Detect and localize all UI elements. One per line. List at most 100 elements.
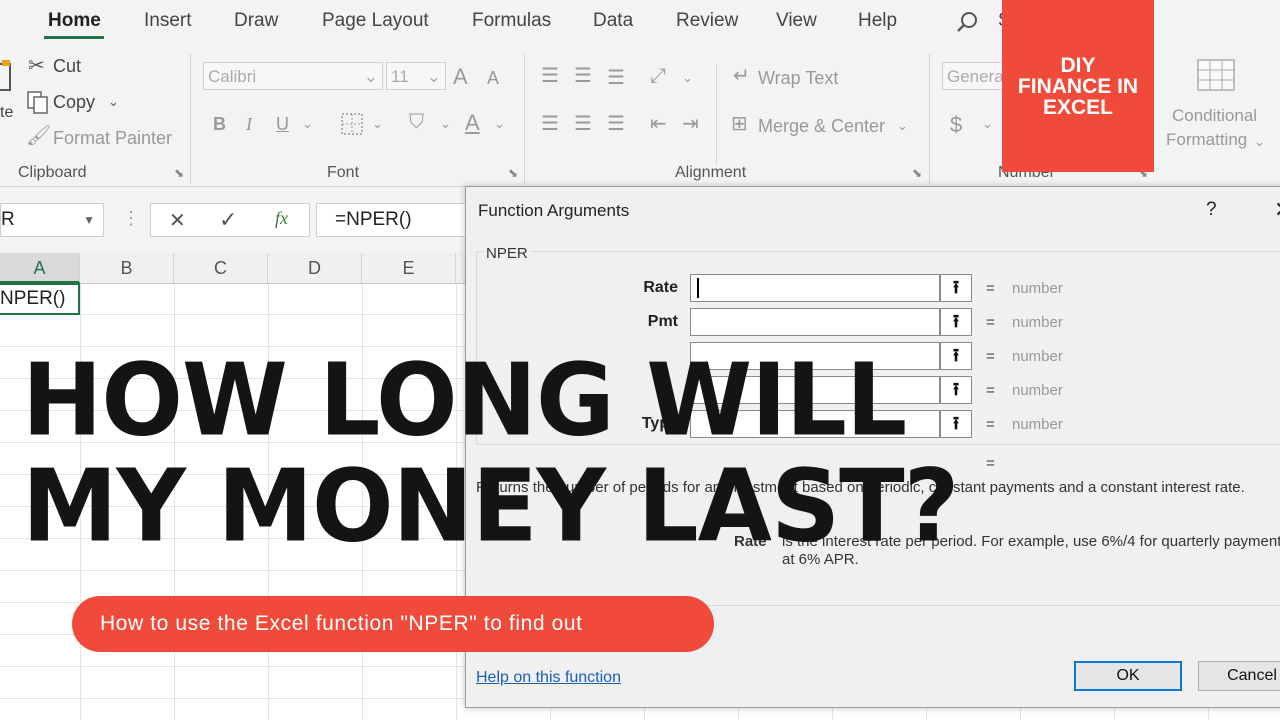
chevron-down-icon[interactable]: ⌄ xyxy=(494,114,505,134)
font-size-select[interactable]: 11 ⌄ xyxy=(386,62,446,90)
orientation-icon[interactable]: ⤢ xyxy=(650,66,666,86)
align-left-icon[interactable]: ☰ xyxy=(541,114,559,134)
tab-page-layout[interactable]: Page Layout xyxy=(322,10,429,32)
font-name-value: Calibri xyxy=(208,67,257,86)
chevron-down-icon[interactable]: ⌄ xyxy=(982,114,993,134)
column-header-d[interactable]: D xyxy=(268,253,362,283)
align-middle-icon[interactable]: ☰ xyxy=(574,66,592,86)
currency-format-button[interactable]: $ xyxy=(950,112,962,138)
paste-icon[interactable] xyxy=(0,60,12,100)
tab-insert[interactable]: Insert xyxy=(144,10,192,32)
text-caret xyxy=(697,278,699,298)
paste-label[interactable]: te xyxy=(0,104,13,122)
align-center-icon[interactable]: ☰ xyxy=(574,114,592,134)
shrink-font-button[interactable]: A xyxy=(487,68,499,89)
grow-font-button[interactable]: A xyxy=(453,64,468,90)
cancel-button[interactable]: Cancel xyxy=(1198,661,1280,691)
tab-view[interactable]: View xyxy=(776,10,817,32)
cell-a1-value: NPER() xyxy=(0,288,66,309)
wrap-text-button[interactable]: Wrap Text xyxy=(758,68,838,89)
arg-result: number xyxy=(1012,280,1063,297)
chevron-down-icon[interactable]: ⌄ xyxy=(897,116,908,136)
copy-button[interactable]: Copy xyxy=(53,92,95,113)
merge-center-button[interactable]: Merge & Center xyxy=(758,116,885,137)
active-tab-indicator xyxy=(44,36,104,39)
equals-sign: = xyxy=(986,382,995,399)
chevron-down-icon[interactable]: ⌄ xyxy=(372,114,383,134)
arg-result: number xyxy=(1012,348,1063,365)
format-painter-button[interactable]: Format Painter xyxy=(53,128,172,149)
close-icon[interactable]: ✕ xyxy=(1274,197,1280,223)
insert-function-icon[interactable]: fx xyxy=(275,208,288,229)
decrease-indent-icon[interactable]: ⇤ xyxy=(650,114,667,134)
active-cell-a1[interactable]: NPER() xyxy=(0,283,80,315)
font-name-select[interactable]: Calibri ⌄ xyxy=(203,62,383,90)
chevron-down-icon[interactable]: ▼ xyxy=(83,204,95,236)
tab-formulas[interactable]: Formulas xyxy=(472,10,551,32)
font-size-value: 11 xyxy=(391,67,409,86)
arg-label-rate: Rate xyxy=(643,279,678,296)
alignment-group-label: Alignment xyxy=(675,164,747,181)
help-icon[interactable]: ? xyxy=(1206,199,1217,221)
number-format-value: General xyxy=(947,67,1008,86)
collapse-dialog-button[interactable]: ⭱ xyxy=(940,274,972,302)
enter-entry-icon[interactable]: ✓ xyxy=(219,207,237,233)
borders-icon[interactable] xyxy=(340,112,364,136)
name-box[interactable]: R ▼ xyxy=(0,203,104,237)
column-header-a[interactable]: A xyxy=(0,253,80,283)
chevron-down-icon: ⌄ xyxy=(426,67,441,86)
tab-review[interactable]: Review xyxy=(676,10,738,32)
align-bottom-icon[interactable]: ☰ xyxy=(607,68,625,88)
tab-help[interactable]: Help xyxy=(858,10,897,32)
wrap-text-icon: ↵ xyxy=(733,65,750,87)
conditional-formatting-button[interactable]: Conditional xyxy=(1172,106,1257,126)
fill-color-icon[interactable]: ⛉ xyxy=(409,112,424,132)
tab-home[interactable]: Home xyxy=(48,10,101,32)
equals-sign: = xyxy=(986,416,995,433)
formula-result-equals: = xyxy=(986,455,995,472)
font-color-button[interactable]: A xyxy=(465,110,480,136)
cut-button[interactable]: Cut xyxy=(53,56,81,77)
collapse-dialog-button[interactable]: ⭱ xyxy=(940,308,972,336)
collapse-dialog-button[interactable]: ⭱ xyxy=(940,376,972,404)
chevron-down-icon[interactable]: ⌄ xyxy=(1254,132,1265,152)
merge-center-icon: ⊞ xyxy=(731,113,748,135)
italic-button[interactable]: I xyxy=(246,114,252,135)
underline-button[interactable]: U xyxy=(276,114,289,135)
chevron-down-icon[interactable]: ⌄ xyxy=(682,68,693,88)
column-header-e[interactable]: E xyxy=(362,253,456,283)
ok-button[interactable]: OK xyxy=(1074,661,1182,691)
chevron-down-icon[interactable]: ⌄ xyxy=(440,114,451,134)
arg-result: number xyxy=(1012,382,1063,399)
scissors-icon: ✂ xyxy=(28,55,45,77)
brand-logo: DIY FINANCE IN EXCEL xyxy=(1002,0,1154,172)
help-on-function-link[interactable]: Help on this function xyxy=(476,669,621,687)
align-top-icon[interactable]: ☰ xyxy=(541,66,559,86)
pmt-input[interactable] xyxy=(690,308,940,336)
name-box-value: R xyxy=(1,209,15,230)
tab-data[interactable]: Data xyxy=(593,10,633,32)
align-right-icon[interactable]: ☰ xyxy=(607,114,625,134)
dialog-launcher-icon[interactable]: ⬊ xyxy=(174,166,184,180)
dialog-launcher-icon[interactable]: ⬊ xyxy=(912,166,922,180)
rate-input[interactable] xyxy=(690,274,940,302)
conditional-formatting-button-line2[interactable]: Formatting xyxy=(1166,130,1247,150)
format-painter-icon: 🖌 xyxy=(26,125,52,147)
formula-input[interactable]: =NPER() xyxy=(316,203,476,237)
cancel-entry-icon[interactable]: ✕ xyxy=(169,208,186,233)
grip-icon: ⋮ xyxy=(122,208,140,228)
collapse-dialog-button[interactable]: ⭱ xyxy=(940,342,972,370)
tab-draw[interactable]: Draw xyxy=(234,10,278,32)
conditional-formatting-icon xyxy=(1197,59,1235,91)
column-header-c[interactable]: C xyxy=(174,253,268,283)
search-icon[interactable] xyxy=(956,10,980,34)
headline-line-2: MY MONEY LAST? xyxy=(22,448,959,565)
arg-label-pmt: Pmt xyxy=(647,313,678,330)
chevron-down-icon[interactable]: ⌄ xyxy=(108,92,119,112)
increase-indent-icon[interactable]: ⇥ xyxy=(682,114,699,134)
collapse-dialog-button[interactable]: ⭱ xyxy=(940,410,972,438)
bold-button[interactable]: B xyxy=(213,114,226,135)
chevron-down-icon[interactable]: ⌄ xyxy=(302,114,313,134)
column-header-b[interactable]: B xyxy=(80,253,174,283)
dialog-launcher-icon[interactable]: ⬊ xyxy=(508,166,518,180)
